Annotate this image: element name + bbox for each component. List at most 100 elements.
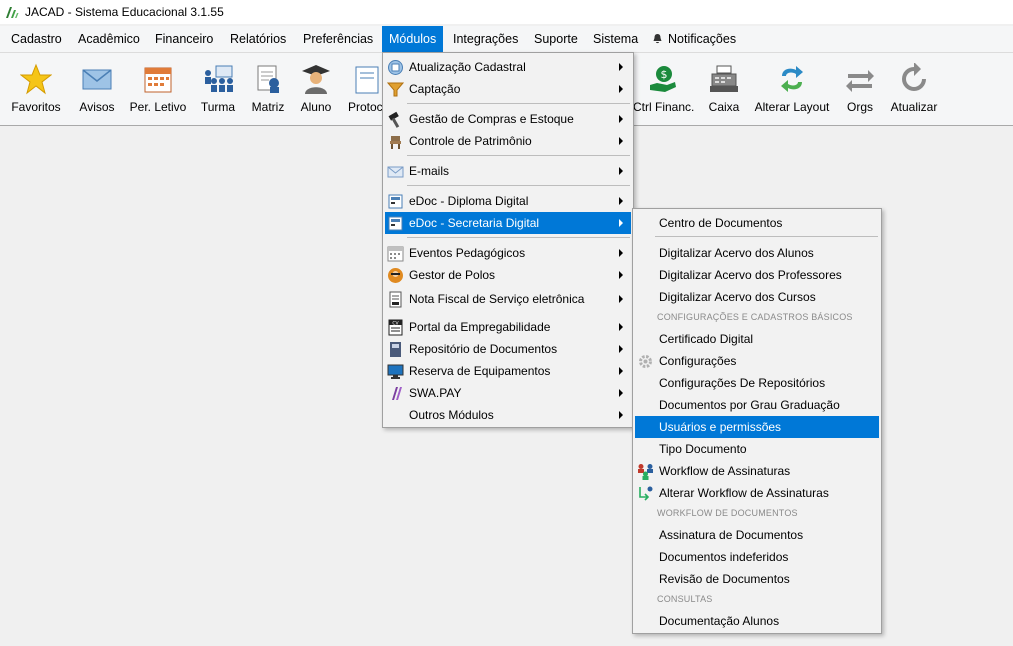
menu-item-gestao-compras[interactable]: Gestão de Compras e Estoque: [385, 108, 631, 130]
submenu-item-documentos-indeferidos[interactable]: Documentos indeferidos: [635, 546, 879, 568]
submenu-item-label: Certificado Digital: [659, 332, 754, 346]
submenu-item-revisao-documentos[interactable]: Revisão de Documentos: [635, 568, 879, 590]
submenu-item-label: Alterar Workflow de Assinaturas: [659, 486, 829, 500]
menu-item-label: Eventos Pedagógicos: [409, 246, 526, 260]
submenu-item-centro-documentos[interactable]: Centro de Documentos: [635, 212, 879, 234]
toolbar-favoritos-label: Favoritos: [11, 100, 61, 114]
people-icon: [638, 464, 653, 480]
menu-item-reserva-equipamentos[interactable]: Reserva de Equipamentos: [385, 360, 631, 382]
menu-sistema[interactable]: Sistema: [586, 26, 645, 52]
cash-register-icon: [710, 65, 738, 92]
toolbar-protocolo-button[interactable]: Protoc: [342, 53, 382, 123]
toolbar-favoritos-button[interactable]: Favoritos: [4, 53, 68, 123]
submenu-item-documentacao-alunos[interactable]: Documentação Alunos: [635, 610, 879, 632]
toolbar-turma-button[interactable]: Turma: [194, 53, 242, 123]
class-group-icon: [205, 65, 233, 92]
submenu-item-label: Tipo Documento: [659, 442, 747, 456]
star-icon: [20, 63, 52, 95]
menu-item-portal-empregabilidade[interactable]: CV Portal da Empregabilidade: [385, 316, 631, 338]
toolbar-turma-label: Turma: [200, 100, 236, 114]
submenu-item-workflow-assinaturas[interactable]: Workflow de Assinaturas: [635, 460, 879, 482]
toolbar-avisos-button[interactable]: Avisos: [72, 53, 122, 123]
menu-cadastro[interactable]: Cadastro: [4, 26, 69, 52]
toolbar-caixa-button[interactable]: Caixa: [702, 53, 746, 123]
menu-bar: Cadastro Acadêmico Financeiro Relatórios…: [0, 26, 1013, 53]
toolbar-orgs-button[interactable]: Orgs: [838, 53, 882, 123]
toolbar-aluno-button[interactable]: Aluno: [294, 53, 338, 123]
submenu-arrow-icon: [619, 389, 623, 397]
menu-item-edoc-secretaria[interactable]: eDoc - Secretaria Digital: [385, 212, 631, 234]
submenu-item-label: Digitalizar Acervo dos Cursos: [659, 290, 816, 304]
envelope-icon: [387, 166, 404, 178]
menu-notificacoes[interactable]: Notificações: [646, 26, 743, 52]
toolbar-atualizar-label: Atualizar: [890, 100, 938, 114]
submenu-item-label: Workflow de Assinaturas: [659, 464, 791, 478]
toolbar-alterar-layout-button[interactable]: Alterar Layout: [750, 53, 834, 123]
envelope-icon: [82, 69, 112, 90]
modulos-dropdown-menu: Atualização Cadastral Captação Gestão de…: [382, 52, 634, 428]
submenu-item-documentos-grau[interactable]: Documentos por Grau Graduação: [635, 394, 879, 416]
menu-academico[interactable]: Acadêmico: [71, 26, 147, 52]
toolbar-per-letivo-button[interactable]: Per. Letivo: [126, 53, 190, 123]
menu-item-atualizacao-cadastral[interactable]: Atualização Cadastral: [385, 56, 631, 78]
menu-item-edoc-diploma[interactable]: eDoc - Diploma Digital: [385, 190, 631, 212]
toolbar-alterar-layout-label: Alterar Layout: [754, 100, 830, 114]
menu-item-controle-patrimonio[interactable]: Controle de Patrimônio: [385, 130, 631, 152]
submenu-item-label: Documentos por Grau Graduação: [659, 398, 840, 412]
submenu-arrow-icon: [619, 197, 623, 205]
menu-item-captacao[interactable]: Captação: [385, 78, 631, 100]
submenu-item-digitalizar-cursos[interactable]: Digitalizar Acervo dos Cursos: [635, 286, 879, 308]
toolbar-ctrl-financ-button[interactable]: $ Ctrl Financ.: [632, 53, 698, 123]
submenu-item-tipo-documento[interactable]: Tipo Documento: [635, 438, 879, 460]
menu-item-label: eDoc - Diploma Digital: [409, 194, 529, 208]
toolbar-avisos-label: Avisos: [79, 100, 115, 114]
menu-item-nota-fiscal[interactable]: Nota Fiscal de Serviço eletrônica: [385, 288, 631, 310]
toolbar-atualizar-button[interactable]: Atualizar: [886, 53, 942, 123]
menu-item-emails[interactable]: E-mails: [385, 160, 631, 182]
menu-item-label: Gestão de Compras e Estoque: [409, 112, 574, 126]
submenu-item-label: Configurações: [659, 354, 737, 368]
menu-preferencias[interactable]: Preferências: [296, 26, 380, 52]
calendar-icon: [387, 246, 404, 262]
submenu-item-label: Documentação Alunos: [659, 614, 780, 628]
menu-relatorios[interactable]: Relatórios: [223, 26, 293, 52]
submenu-item-certificado-digital[interactable]: Certificado Digital: [635, 328, 879, 350]
toolbar-caixa-label: Caixa: [708, 100, 740, 114]
menu-item-label: eDoc - Secretaria Digital: [409, 216, 540, 230]
menu-suporte[interactable]: Suporte: [527, 26, 585, 52]
bell-icon: [653, 34, 662, 44]
menu-item-eventos-pedagogicos[interactable]: Eventos Pedagógicos: [385, 242, 631, 264]
document-icon: [388, 194, 403, 209]
swap-layout-icon: [781, 66, 803, 92]
submenu-arrow-icon: [619, 323, 623, 331]
menu-financeiro[interactable]: Financeiro: [148, 26, 220, 52]
notificacoes-label: Notificações: [668, 32, 737, 46]
menu-item-label: Controle de Patrimônio: [409, 134, 532, 148]
toolbar-matriz-label: Matriz: [251, 100, 285, 114]
menu-item-outros-modulos[interactable]: Outros Módulos: [385, 404, 631, 426]
submenu-item-usuarios-permissoes[interactable]: Usuários e permissões: [635, 416, 879, 438]
submenu-item-digitalizar-professores[interactable]: Digitalizar Acervo dos Professores: [635, 264, 879, 286]
submenu-item-label: Digitalizar Acervo dos Alunos: [659, 246, 814, 260]
submenu-item-label: Digitalizar Acervo dos Professores: [659, 268, 842, 282]
funnel-icon: [387, 82, 404, 97]
submenu-arrow-icon: [619, 295, 623, 303]
submenu-item-alterar-workflow[interactable]: Alterar Workflow de Assinaturas: [635, 482, 879, 504]
toolbar-matriz-button[interactable]: Matriz: [246, 53, 290, 123]
submenu-item-configuracoes-repositorios[interactable]: Configurações De Repositórios: [635, 372, 879, 394]
submenu-item-digitalizar-alunos[interactable]: Digitalizar Acervo dos Alunos: [635, 242, 879, 264]
matrix-icon: [257, 65, 279, 93]
menu-item-gestor-polos[interactable]: Gestor de Polos: [385, 264, 631, 286]
refresh-flow-icon: [639, 486, 653, 501]
menu-item-repositorio-documentos[interactable]: Repositório de Documentos: [385, 338, 631, 360]
toolbar-ctrl-financ-label: Ctrl Financ.: [633, 100, 695, 114]
menu-item-label: E-mails: [409, 164, 450, 178]
menu-item-swa-pay[interactable]: SWA.PAY: [385, 382, 631, 404]
submenu-arrow-icon: [619, 167, 623, 175]
menu-modulos[interactable]: Módulos: [382, 26, 444, 52]
submenu-item-assinatura-documentos[interactable]: Assinatura de Documentos: [635, 524, 879, 546]
menu-item-label: Nota Fiscal de Serviço eletrônica: [409, 292, 585, 306]
menu-integracoes[interactable]: Integrações: [446, 26, 525, 52]
submenu-arrow-icon: [619, 411, 623, 419]
submenu-item-configuracoes[interactable]: Configurações: [635, 350, 879, 372]
